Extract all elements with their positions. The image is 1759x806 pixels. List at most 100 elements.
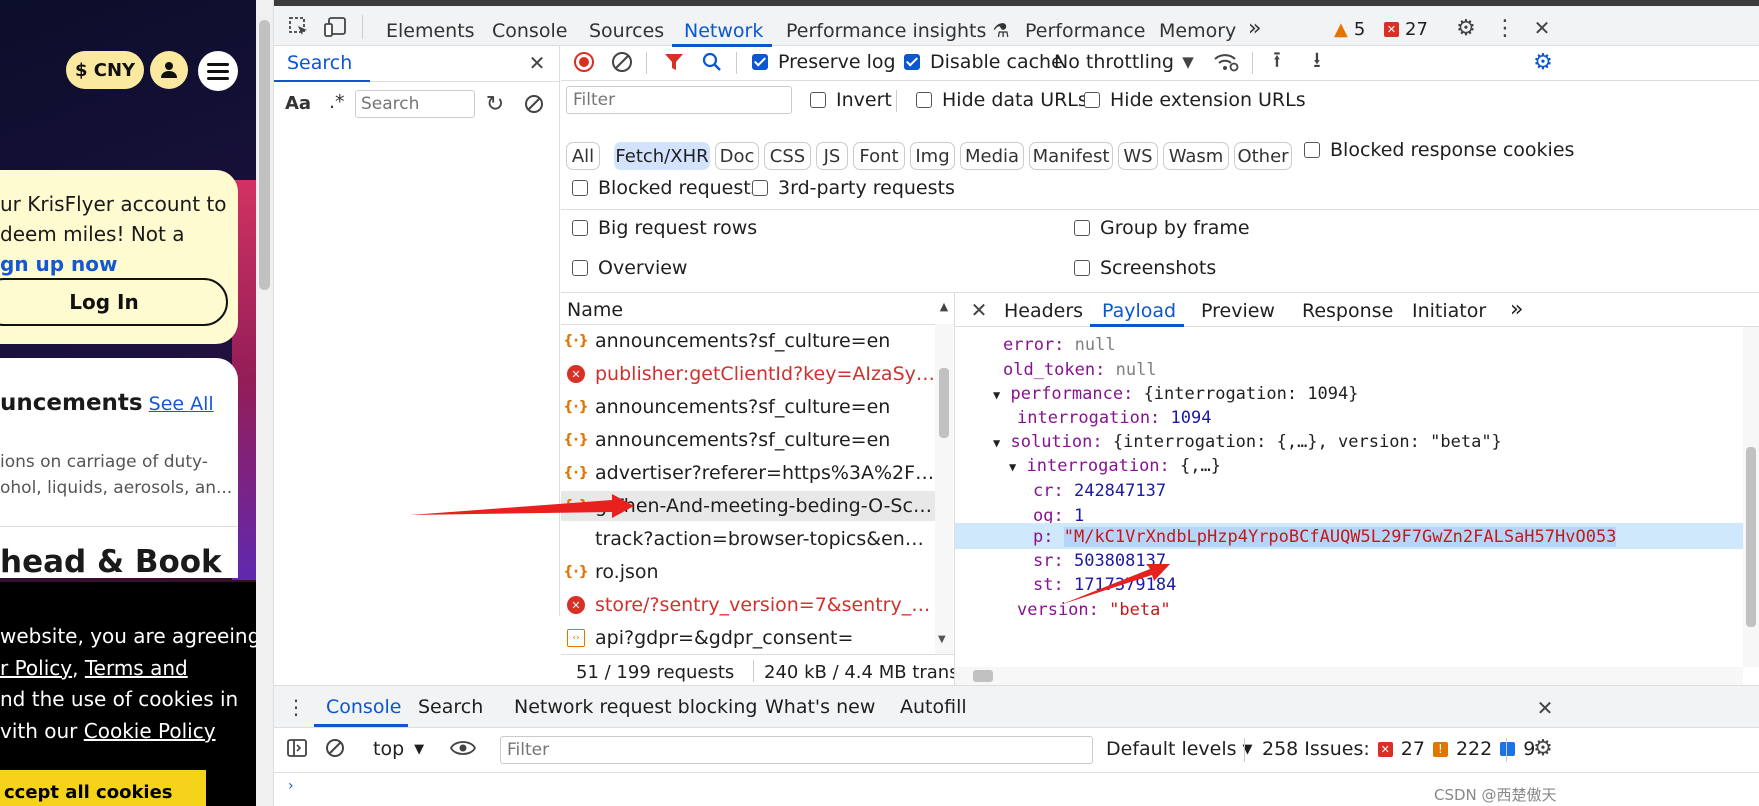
expand-triangle-icon[interactable]: ▼	[993, 388, 1000, 402]
menu-button[interactable]	[198, 51, 238, 91]
hide-data-urls-checkbox[interactable]: Hide data URLs	[916, 89, 1088, 111]
third-party-checkbox[interactable]: 3rd-party requests	[752, 177, 955, 199]
preserve-log-checkbox[interactable]: Preserve log	[752, 51, 896, 73]
clear-console-icon[interactable]	[322, 734, 348, 762]
checkbox[interactable]	[1074, 220, 1090, 236]
checkbox[interactable]	[572, 180, 588, 196]
big-request-rows-checkbox[interactable]: Big request rows	[572, 217, 757, 239]
sidebar-toggle-icon[interactable]	[284, 734, 310, 762]
account-button[interactable]	[150, 51, 188, 89]
drawer-tab-whats-new[interactable]: What's new	[765, 696, 875, 718]
type-filter-ws[interactable]: WS	[1118, 142, 1158, 170]
cookie-policy-link[interactable]: Cookie Policy	[84, 719, 216, 743]
accept-cookies-button[interactable]: ccept all cookies	[0, 770, 206, 806]
see-all-link[interactable]: See All	[149, 393, 214, 415]
tab-sources[interactable]: Sources	[589, 20, 664, 42]
regex-toggle[interactable]: .*	[329, 91, 345, 113]
type-filter-img[interactable]: Img	[910, 142, 955, 170]
clear-search-icon[interactable]	[521, 90, 547, 118]
type-filter-doc[interactable]: Doc	[715, 142, 759, 170]
type-filter-css[interactable]: CSS	[764, 142, 811, 170]
console-prompt-icon[interactable]: ›	[288, 778, 294, 794]
request-row[interactable]: ✕ store/?sentry_version=7&sentry_key=9...	[561, 590, 935, 620]
tab-console[interactable]: Console	[492, 20, 567, 42]
expand-triangle-icon[interactable]: ▼	[993, 436, 1000, 450]
export-har-icon[interactable]: ⭳	[1304, 48, 1330, 75]
request-row[interactable]: {·} g-Then-And-meeting-beding-O-Scena-...	[561, 491, 935, 521]
network-settings-gear-icon[interactable]: ⚙	[1529, 48, 1557, 76]
scroll-down-icon[interactable]: ▼	[938, 634, 946, 645]
more-tabs-icon[interactable]: »	[1248, 16, 1261, 41]
search-input[interactable]	[355, 90, 475, 118]
checkbox[interactable]	[752, 180, 768, 196]
drawer-menu-icon[interactable]: ⋮	[286, 694, 306, 720]
drawer-tab-console[interactable]: Console	[326, 696, 401, 718]
errors-counter[interactable]: ✕ 27	[1384, 19, 1428, 40]
record-stop-icon[interactable]	[572, 50, 596, 74]
payload-hscroll-thumb[interactable]	[973, 670, 993, 682]
device-toolbar-icon[interactable]	[322, 14, 348, 40]
terms-link[interactable]: Terms and	[85, 656, 188, 680]
close-drawer-icon[interactable]: ✕	[1532, 695, 1558, 721]
tab-memory[interactable]: Memory	[1159, 20, 1236, 42]
expand-triangle-icon[interactable]: ▼	[1009, 460, 1016, 474]
payload-node-performance[interactable]: ▼ performance: {interrogation: 1094}	[993, 384, 1359, 404]
drawer-tab-search[interactable]: Search	[418, 696, 483, 718]
tab-elements[interactable]: Elements	[386, 20, 475, 42]
request-row[interactable]: ✕ publisher:getClientId?key=AIzaSyA65lE..…	[561, 359, 935, 389]
type-filter-wasm[interactable]: Wasm	[1163, 142, 1229, 170]
close-devtools-icon[interactable]: ✕	[1528, 14, 1556, 42]
blocked-response-cookies-checkbox[interactable]: Blocked response cookies	[1304, 139, 1574, 161]
eye-icon[interactable]	[448, 734, 478, 762]
checkbox[interactable]	[1304, 142, 1320, 158]
sign-up-link[interactable]: gn up now	[0, 252, 118, 276]
request-row[interactable]: {·} announcements?sf_culture=en	[561, 425, 935, 455]
close-detail-icon[interactable]: ✕	[967, 298, 991, 322]
sort-up-icon[interactable]: ▲	[936, 298, 952, 314]
checkbox[interactable]	[1084, 92, 1100, 108]
throttling-select[interactable]: No throttling	[1054, 51, 1174, 73]
blocked-requests-checkbox[interactable]: Blocked requests	[572, 177, 761, 199]
more-detail-tabs-icon[interactable]: »	[1510, 297, 1523, 322]
checkbox[interactable]	[572, 260, 588, 276]
payload-scrollbar-thumb[interactable]	[1746, 447, 1756, 627]
detail-tab-preview[interactable]: Preview	[1201, 300, 1275, 322]
tab-performance[interactable]: Performance	[1025, 20, 1145, 42]
overview-checkbox[interactable]: Overview	[572, 257, 687, 279]
type-filter-all[interactable]: All	[566, 142, 600, 170]
payload-node-interrogation[interactable]: ▼ interrogation: {,…}	[1009, 456, 1221, 476]
filter-funnel-icon[interactable]	[662, 50, 686, 74]
request-row[interactable]: ‹› api?gdpr=&gdpr_consent=	[561, 623, 935, 653]
type-filter-other[interactable]: Other	[1234, 142, 1292, 170]
checkbox[interactable]	[916, 92, 932, 108]
checkbox-checked[interactable]	[904, 54, 920, 70]
site-scrollbar-thumb[interactable]	[259, 20, 270, 290]
site-scrollbar[interactable]	[256, 0, 274, 806]
log-levels-select[interactable]: Default levels ▼	[1106, 738, 1253, 760]
request-row[interactable]: {·} announcements?sf_culture=en	[561, 392, 935, 422]
tab-network[interactable]: Network	[684, 20, 763, 42]
inspect-element-icon[interactable]	[286, 14, 312, 40]
request-row[interactable]: {·} advertiser?referer=https%3A%2F%2Fw...	[561, 458, 935, 488]
match-case-toggle[interactable]: Aa	[285, 93, 311, 114]
more-options-icon[interactable]: ⋮	[1492, 14, 1518, 42]
payload-scrollbar[interactable]	[1743, 327, 1759, 667]
type-filter-fetch-xhr[interactable]: Fetch/XHR	[614, 142, 710, 170]
announcement-line-2[interactable]: ohol, liquids, aerosols, an...	[0, 478, 232, 498]
detail-tab-response[interactable]: Response	[1302, 300, 1393, 322]
close-search-icon[interactable]: ✕	[524, 50, 550, 76]
network-conditions-icon[interactable]	[1212, 49, 1240, 75]
payload-row-p[interactable]: p: "M/kC1VrXndbLpHzp4YrpoBCfAUQW5L29F7Gw…	[1033, 527, 1617, 547]
request-row[interactable]: {·} ro.json	[561, 557, 935, 587]
chevron-down-icon[interactable]: ▼	[1176, 50, 1200, 74]
checkbox[interactable]	[572, 220, 588, 236]
request-scrollbar-thumb[interactable]	[939, 368, 949, 438]
issues-counter[interactable]: 258 Issues: ✕ 27 ! 222 9	[1262, 738, 1535, 760]
checkbox-checked[interactable]	[752, 54, 768, 70]
request-row[interactable]: {·} announcements?sf_culture=en	[561, 326, 935, 356]
payload-node-solution[interactable]: ▼ solution: {interrogation: {,…}, versio…	[993, 432, 1502, 452]
log-in-button[interactable]: Log In	[0, 278, 228, 326]
console-filter-input[interactable]	[500, 736, 1093, 764]
search-icon[interactable]	[700, 50, 724, 74]
payload-horizontal-scrollbar[interactable]	[955, 667, 1743, 685]
